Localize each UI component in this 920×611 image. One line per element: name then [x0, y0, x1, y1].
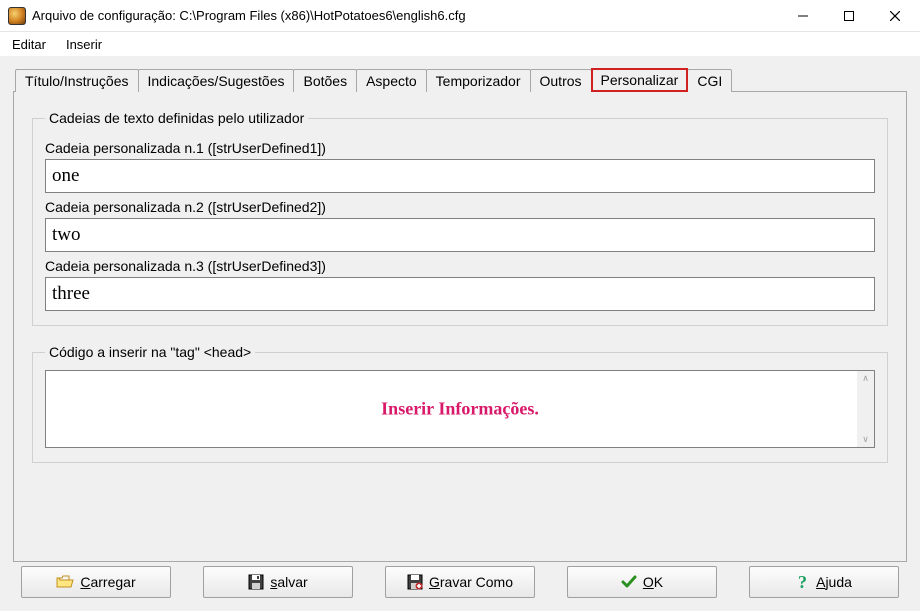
tab-aspecto[interactable]: Aspecto [356, 69, 427, 92]
minimize-button[interactable] [780, 0, 826, 32]
ajuda-label: Ajuda [816, 574, 852, 590]
group-user-strings-legend: Cadeias de texto definidas pelo utilizad… [45, 110, 308, 126]
input-string1[interactable] [45, 159, 875, 193]
save-icon [248, 574, 264, 590]
group-user-strings: Cadeias de texto definidas pelo utilizad… [32, 110, 888, 326]
window-body: Título/Instruções Indicações/Sugestões B… [0, 56, 920, 611]
group-head-code-legend: Código a inserir na "tag" <head> [45, 344, 255, 360]
window-title: Arquivo de configuração: C:\Program File… [32, 8, 780, 23]
app-icon [8, 7, 26, 25]
minimize-icon [798, 11, 808, 21]
tab-temporizador[interactable]: Temporizador [426, 69, 531, 92]
ajuda-button[interactable]: ? Ajuda [749, 566, 899, 598]
gravar-como-label: Gravar Como [429, 574, 513, 590]
scroll-down-icon: ∨ [862, 434, 869, 445]
salvar-button[interactable]: salvar [203, 566, 353, 598]
svg-text:?: ? [798, 573, 807, 591]
window-controls [780, 0, 918, 31]
carregar-label: Carregar [80, 574, 135, 590]
head-code-input[interactable] [46, 371, 856, 447]
maximize-icon [844, 11, 854, 21]
salvar-label: salvar [270, 574, 307, 590]
tab-outros[interactable]: Outros [530, 69, 592, 92]
input-string2[interactable] [45, 218, 875, 252]
label-string2: Cadeia personalizada n.2 ([strUserDefine… [45, 199, 875, 215]
group-head-code: Código a inserir na "tag" <head> ∧ ∨ Ins… [32, 344, 888, 463]
scroll-up-icon: ∧ [862, 373, 869, 384]
label-string1: Cadeia personalizada n.1 ([strUserDefine… [45, 140, 875, 156]
close-icon [890, 11, 900, 21]
ok-button[interactable]: OK [567, 566, 717, 598]
titlebar: Arquivo de configuração: C:\Program File… [0, 0, 920, 32]
help-icon: ? [796, 573, 810, 591]
tab-personalizar[interactable]: Personalizar [591, 68, 689, 92]
close-button[interactable] [872, 0, 918, 32]
menu-editar[interactable]: Editar [4, 35, 54, 54]
maximize-button[interactable] [826, 0, 872, 32]
tab-titulo[interactable]: Título/Instruções [15, 69, 139, 92]
gravar-como-button[interactable]: Gravar Como [385, 566, 535, 598]
save-as-icon [407, 574, 423, 590]
menu-inserir[interactable]: Inserir [58, 35, 110, 54]
tab-indicacoes[interactable]: Indicações/Sugestões [138, 69, 295, 92]
menubar: Editar Inserir [0, 32, 920, 56]
tab-row: Título/Instruções Indicações/Sugestões B… [15, 66, 907, 92]
scrollbar[interactable]: ∧ ∨ [857, 371, 874, 447]
tab-content: Cadeias de texto definidas pelo utilizad… [13, 91, 907, 562]
input-string3[interactable] [45, 277, 875, 311]
carregar-button[interactable]: Carregar [21, 566, 171, 598]
textarea-wrap: ∧ ∨ Inserir Informações. [45, 370, 875, 448]
label-string3: Cadeia personalizada n.3 ([strUserDefine… [45, 258, 875, 274]
folder-open-icon [56, 575, 74, 589]
ok-label: OK [643, 574, 663, 590]
button-row: Carregar salvar Gravar Como OK ? Ajuda [13, 562, 907, 598]
check-icon [621, 575, 637, 589]
tab-cgi[interactable]: CGI [687, 69, 732, 92]
tab-botoes[interactable]: Botões [293, 69, 357, 92]
